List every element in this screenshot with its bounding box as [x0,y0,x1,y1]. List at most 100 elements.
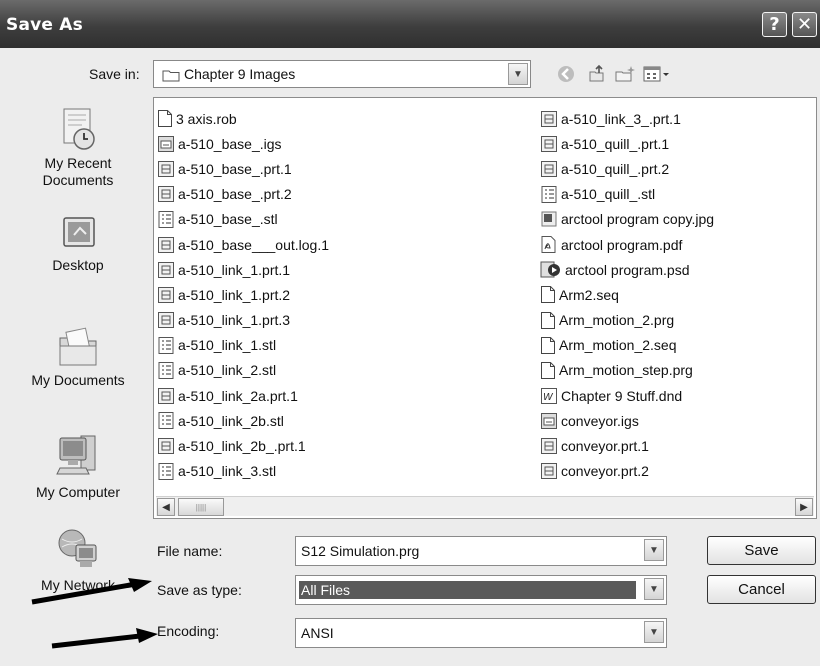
file-list[interactable]: 3 axis.rob a-510_base_.igs a-510_base_.prt… [153,97,817,519]
chevron-down-icon[interactable]: ▼ [644,539,664,561]
file-column-1: 3 axis.rob a-510_base_.igs a-510_base_.prt… [157,106,329,484]
close-icon: ✕ [796,14,813,35]
save-as-type-value: All Files [299,581,636,599]
help-button[interactable]: ? [762,12,787,37]
file-item[interactable]: a-510_link_2b_.prt.1 [157,433,329,458]
chevron-left-icon: ◀ [162,501,170,513]
file-name-text: a-510_quill_.prt.2 [561,160,670,177]
file-name-field[interactable]: S12 Simulation.prg ▼ [295,536,667,566]
scroll-right-button[interactable]: ▶ [795,498,813,516]
file-item[interactable]: Arm2.seq [540,282,714,307]
file-item[interactable]: arctool program.psd [540,257,714,282]
file-item[interactable]: 3 axis.rob [157,106,329,131]
encoding-value: ANSI [301,625,334,641]
file-name-text: a-510_link_1.prt.2 [178,286,291,303]
file-item[interactable]: a-510_link_2b.stl [157,408,329,433]
place-label: My Documents [31,372,125,388]
grip-icon: ||||| [195,502,207,512]
views-menu-button[interactable] [642,63,672,85]
file-name-text: a-510_link_2.stl [178,362,277,379]
file-item[interactable]: arctool program copy.jpg [540,207,714,232]
my-computer-icon [56,435,96,475]
file-item[interactable]: a-510_link_1.prt.2 [157,282,329,307]
encoding-dropdown[interactable]: ANSI ▼ [295,618,667,648]
close-button[interactable]: ✕ [792,12,817,37]
file-name-text: a-510_base_.prt.2 [178,186,292,203]
save-button[interactable]: Save [707,536,816,565]
file-name-text: arctool program.pdf [561,236,683,253]
file-name-text: Arm2.seq [559,286,619,303]
file-item[interactable]: a-510_quill_.prt.2 [540,156,714,181]
file-item[interactable]: a-510_link_3.stl [157,459,329,484]
scroll-thumb[interactable]: ||||| [178,498,224,516]
file-item[interactable]: a-510_base_.stl [157,207,329,232]
new-folder-button[interactable] [614,63,636,85]
file-item[interactable]: W Chapter 9 Stuff.dnd [540,383,714,408]
part-file-icon [540,462,561,480]
file-name-text: arctool program copy.jpg [561,211,715,228]
file-item[interactable]: a-510_link_1.stl [157,333,329,358]
part-file-icon [157,160,178,178]
file-item[interactable]: Arm_motion_2.seq [540,333,714,358]
help-icon: ? [769,14,780,35]
file-item[interactable]: a-510_quill_.stl [540,182,714,207]
save-in-dropdown[interactable]: Chapter 9 Images ▼ [153,60,531,88]
my-documents-icon [59,327,97,366]
file-item[interactable]: a-510_base_.prt.2 [157,182,329,207]
part-file-icon [157,185,178,203]
file-item[interactable]: arctool program.pdf [540,232,714,257]
svg-text:W: W [543,392,554,403]
file-name-text: arctool program.psd [565,261,690,278]
file-item[interactable]: a-510_link_1.prt.1 [157,257,329,282]
file-item[interactable]: a-510_link_2a.prt.1 [157,383,329,408]
chevron-right-icon: ▶ [800,501,808,513]
file-name-text: a-510_quill_.prt.1 [561,135,670,152]
cancel-button[interactable]: Cancel [707,575,816,604]
chevron-down-icon[interactable]: ▼ [644,578,664,600]
place-my-documents[interactable]: My Documents [14,320,142,389]
chevron-down-icon[interactable]: ▼ [644,621,664,643]
file-item[interactable]: a-510_link_1.prt.3 [157,308,329,333]
part-file-icon [157,286,178,304]
part-file-icon [157,387,178,405]
part-file-icon [157,311,178,329]
save-in-value: Chapter 9 Images [184,66,296,82]
file-item[interactable]: a-510_link_2.stl [157,358,329,383]
file-item[interactable]: Arm_motion_2.prg [540,308,714,333]
back-button[interactable] [555,63,577,85]
file-item[interactable]: conveyor.prt.2 [540,459,714,484]
part-file-icon [540,110,561,128]
save-as-type-dropdown[interactable]: All Files ▼ [295,575,667,605]
file-item[interactable]: a-510_base___out.log.1 [157,232,329,257]
place-my-recent-documents[interactable]: My Recent Documents [14,105,142,189]
file-item[interactable]: a-510_link_3_.prt.1 [540,106,714,131]
part-file-icon [157,437,178,455]
chevron-down-icon[interactable]: ▼ [508,63,528,85]
file-icon [157,109,176,128]
file-item[interactable]: a-510_quill_.prt.1 [540,131,714,156]
scroll-left-button[interactable]: ◀ [157,498,175,516]
horizontal-scrollbar[interactable]: ◀ ||||| ▶ [156,496,814,516]
my-network-icon [58,529,97,567]
file-name-text: Arm_motion_2.prg [559,312,675,329]
file-item[interactable]: conveyor.prt.1 [540,433,714,458]
file-name-text: a-510_link_3.stl [178,463,277,480]
file-item[interactable]: a-510_base_.igs [157,131,329,156]
up-folder-button[interactable] [586,63,608,85]
recent-documents-icon [63,108,95,150]
file-item[interactable]: a-510_base_.prt.1 [157,156,329,181]
file-item[interactable]: conveyor.igs [540,408,714,433]
photoshop-file-icon [540,260,565,279]
file-name-text: conveyor.igs [561,412,639,429]
title-bar: Save As ? ✕ [0,0,820,48]
file-name-text: a-510_base_.igs [178,135,282,152]
back-arrow-icon [558,66,574,82]
place-desktop[interactable]: Desktop [14,215,142,274]
part-file-icon [157,236,178,254]
file-name-text: a-510_link_1.prt.1 [178,261,291,278]
file-name-text: a-510_link_1.prt.3 [178,312,291,329]
save-in-label: Save in: [89,66,140,82]
file-item[interactable]: Arm_motion_step.prg [540,358,714,383]
stl-file-icon [157,411,178,430]
place-my-computer[interactable]: My Computer [14,430,142,501]
